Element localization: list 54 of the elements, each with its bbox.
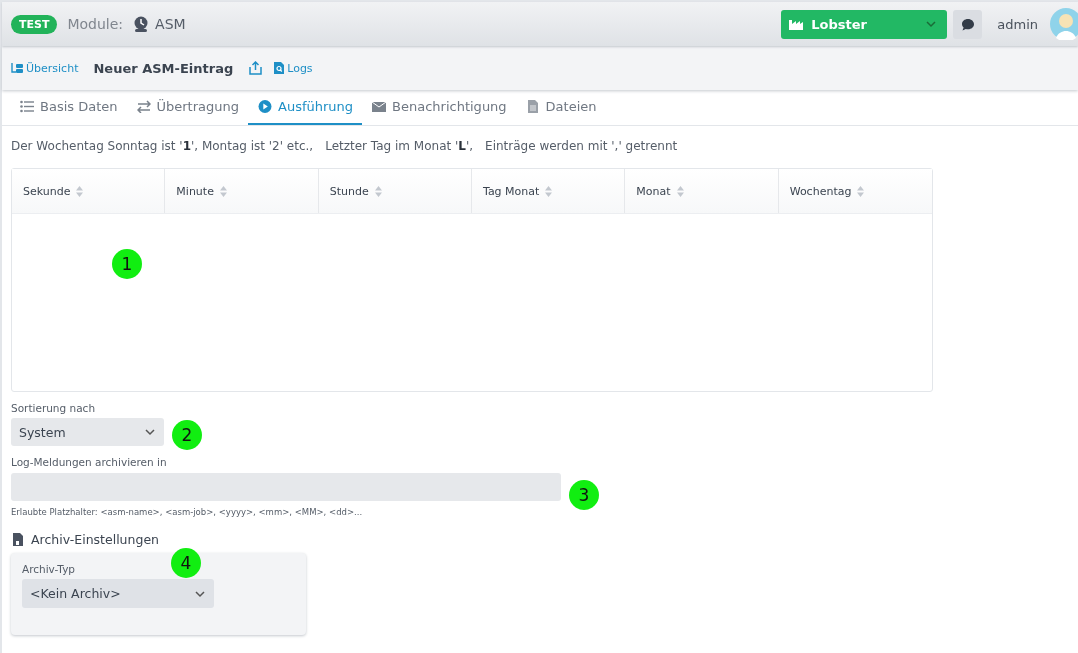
column-header[interactable]: Stunde (318, 169, 472, 213)
page-title: Neuer ASM-Eintrag (93, 60, 234, 76)
tab[interactable]: Ausführung (248, 90, 363, 125)
chat-bubble-icon (960, 17, 975, 31)
number-marker: 1 (112, 249, 142, 279)
section-heading: Archiv-Einstellungen (31, 532, 159, 547)
help-button[interactable] (953, 9, 983, 39)
tab[interactable]: Benachrichtigung (362, 90, 516, 125)
archive-file-icon (13, 533, 23, 546)
caret-icon (144, 426, 156, 438)
column-header[interactable]: Minute (165, 169, 319, 213)
field-label: Log-Meldungen archivieren in (11, 456, 168, 468)
column-header[interactable]: Sekunde (12, 169, 166, 213)
avatar-icon[interactable] (1050, 8, 1078, 40)
arrows-icon (136, 100, 151, 113)
field-label: Archiv-Typ (22, 563, 77, 575)
number-marker: 2 (172, 420, 202, 450)
sort-icon (76, 185, 84, 197)
sort-select[interactable]: System (11, 418, 164, 446)
user-name[interactable]: admin (997, 16, 1038, 32)
play-icon (258, 100, 272, 113)
hint-text: Letzter Tag im Monat 'L', (325, 139, 474, 155)
export-button[interactable] (247, 59, 265, 77)
sort-icon (545, 185, 553, 197)
archive-type-select[interactable]: <Kein Archiv> (22, 579, 214, 608)
upload-icon (249, 61, 263, 75)
number-marker: 3 (569, 480, 599, 510)
column-header[interactable]: Wochentag (778, 169, 932, 213)
hint-text: Einträge werden mit ',' getrennt (485, 139, 678, 155)
caret-icon (925, 18, 938, 30)
sort-icon (857, 185, 865, 197)
field-label: Sortierung nach (11, 402, 97, 414)
hierarchy-icon (11, 62, 23, 74)
number-marker: 4 (171, 548, 201, 578)
sort-icon (676, 185, 684, 197)
module-name: ASM (155, 16, 186, 32)
tab[interactable]: Basis Daten (10, 90, 127, 125)
archive-path-field[interactable] (11, 473, 561, 501)
clock-icon (133, 16, 150, 32)
column-header[interactable]: Monat (625, 169, 779, 213)
hint-text: Der Wochentag Sonntag ist '1', Montag ist '2' etc., (11, 139, 314, 155)
tab[interactable]: Dateien (515, 90, 606, 125)
list-icon (20, 100, 34, 113)
environment-badge: TEST (11, 14, 58, 34)
sort-icon (374, 185, 382, 197)
help-text: Erlaubte Platzhalter: <asm-name>, <asm-job>, <yyyy>, <mm>, <MM>, <dd>... (11, 507, 364, 517)
sort-icon (219, 185, 227, 197)
envelope-icon (372, 100, 387, 113)
module-label: Module: (67, 16, 124, 32)
factory-icon (789, 18, 804, 30)
column-header[interactable]: Tag Monat (472, 169, 626, 213)
document-icon (525, 100, 540, 113)
tab[interactable]: Übertragung (126, 90, 248, 125)
document-search-icon (274, 62, 285, 74)
